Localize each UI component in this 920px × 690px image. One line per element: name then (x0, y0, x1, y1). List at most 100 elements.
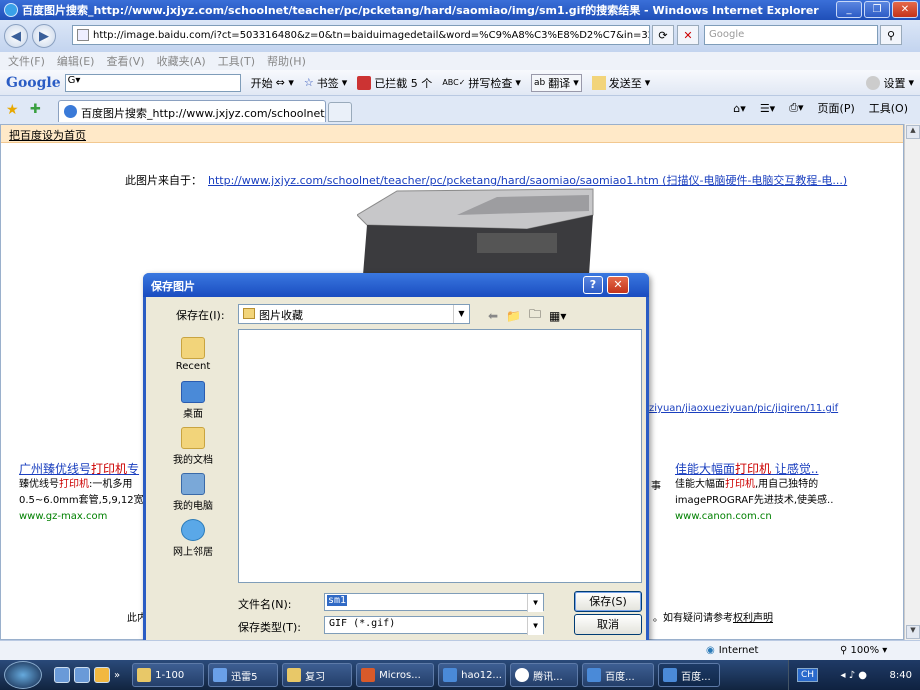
menu-view[interactable]: 查看(V) (106, 53, 144, 69)
place-network[interactable]: 网上邻居 (168, 519, 218, 558)
place-desktop[interactable]: 桌面 (168, 381, 218, 420)
settings-button[interactable]: 设置 ▾ (866, 75, 914, 91)
image-link[interactable]: ziyuan/jiaoxueziyuan/pic/jiqiren/11.gif (649, 403, 838, 414)
window-titlebar: 百度图片搜索_http://www.jxjyz.com/schoolnet/te… (0, 0, 920, 20)
more-icon[interactable]: » (114, 670, 120, 681)
back-button[interactable]: ◀ (4, 24, 28, 48)
chevron-down-icon[interactable]: ▼ (453, 305, 469, 323)
taskbar-item-3[interactable]: 复习 (282, 663, 353, 687)
tab-baidu-image[interactable]: 百度图片搜索_http://www.jxjyz.com/schoolnet/te… (58, 100, 326, 122)
ad-right-url[interactable]: www.canon.com.cn (675, 511, 772, 522)
print-icon[interactable]: ⎙▾ (789, 101, 803, 115)
filename-input[interactable]: sm1 ▼ (324, 593, 544, 612)
ie-quicklaunch-icon[interactable] (54, 667, 70, 683)
new-tab-button[interactable] (328, 102, 352, 122)
desktop-quicklaunch-icon[interactable] (74, 667, 90, 683)
security-zone[interactable]: ◉ Internet (706, 645, 758, 656)
save-in-select[interactable]: 图片收藏 ▼ (238, 304, 470, 324)
computer-icon (181, 473, 205, 495)
scroll-down-button[interactable]: ▼ (906, 625, 920, 639)
start-button[interactable] (4, 661, 42, 689)
menu-favorites[interactable]: 收藏夹(A) (157, 53, 206, 69)
menu-file[interactable]: 文件(F) (8, 53, 45, 69)
taskbar-item-4[interactable]: Micros... (356, 663, 435, 687)
dialog-titlebar: 保存图片 ? ✕ (143, 273, 649, 297)
menu-edit[interactable]: 编辑(E) (57, 53, 95, 69)
rights-link[interactable]: 权利声明 (733, 613, 773, 624)
page-menu[interactable]: 页面(P) (818, 100, 855, 116)
chevron-down-icon[interactable]: ▼ (527, 617, 543, 635)
chevron-down-icon[interactable]: ▼ (527, 594, 543, 612)
bookmarks-button[interactable]: ☆ 书签 ▾ (304, 75, 347, 91)
home-icon[interactable]: ⌂▾ (733, 102, 746, 115)
google-search-input[interactable]: G▾ (64, 73, 241, 92)
send-to-button[interactable]: 发送至 ▾ (591, 75, 650, 91)
dialog-close-button[interactable]: ✕ (607, 276, 629, 294)
ad-left-url[interactable]: www.gz-max.com (19, 511, 107, 522)
add-favorites-icon[interactable]: ✚ (30, 102, 41, 117)
google-toolbar: Google G▾ 开始 ⇔ ▾ ☆ 书签 ▾ 已拦截 5 个 ABC✓ 拼写检查 ▾ … (0, 70, 920, 96)
tab-favicon-icon (64, 105, 77, 118)
back-arrow-icon[interactable]: ⬅ (488, 309, 498, 323)
zoom-level[interactable]: ⚲ 100% ▾ (840, 645, 887, 656)
places-bar: Recent 桌面 我的文档 我的电脑 网上邻居 (168, 329, 218, 569)
recent-folder-icon (181, 337, 205, 359)
stop-button[interactable]: ✕ (677, 25, 699, 45)
favorites-star-icon[interactable]: ★ (6, 102, 19, 118)
scroll-up-button[interactable]: ▲ (906, 125, 920, 139)
filetype-select[interactable]: GIF (*.gif) ▼ (324, 616, 544, 635)
taskbar-item-8[interactable]: 百度... (658, 663, 721, 687)
filename-label: 文件名(N): (238, 598, 292, 611)
forward-button[interactable]: ▶ (32, 24, 56, 48)
place-computer[interactable]: 我的电脑 (168, 473, 218, 512)
dialog-help-button[interactable]: ? (583, 276, 603, 294)
ad-left-description: 臻优线号打印机:一机多用 0.5~6.0mm套管,5,9,12宽, (19, 479, 147, 506)
tools-menu[interactable]: 工具(O) (869, 100, 908, 116)
cancel-button[interactable]: 取消 (574, 614, 642, 635)
search-input[interactable]: Google (704, 25, 878, 45)
up-folder-icon[interactable]: 📁 (506, 309, 521, 323)
place-documents[interactable]: 我的文档 (168, 427, 218, 466)
language-indicator[interactable]: CH (797, 668, 819, 682)
search-icon[interactable]: ⚲ (880, 25, 902, 45)
view-menu-icon[interactable]: ▦▾ (549, 309, 566, 323)
menu-tools[interactable]: 工具(T) (218, 53, 255, 69)
clock[interactable]: 8:40 (890, 670, 912, 681)
spellcheck-button[interactable]: ABC✓ 拼写检查 ▾ (442, 75, 521, 91)
new-folder-icon[interactable]: 🗀 (529, 305, 541, 326)
file-list-pane[interactable] (238, 329, 642, 583)
folder-icon (243, 308, 255, 319)
save-button[interactable]: 保存(S) (574, 591, 642, 612)
vertical-scrollbar[interactable]: ▲ ▼ (904, 124, 920, 640)
restore-button[interactable]: ❐ (864, 1, 890, 18)
place-recent[interactable]: Recent (168, 337, 218, 372)
taskbar-item-6[interactable]: 腾讯... (510, 663, 579, 687)
google-start-button[interactable]: 开始 ⇔ ▾ (251, 75, 294, 91)
ad-left-title[interactable]: 广州臻优线号打印机专 (19, 460, 139, 477)
network-globe-icon (181, 519, 205, 541)
close-window-button[interactable]: ✕ (892, 1, 918, 18)
refresh-button[interactable]: ⟳ (652, 25, 674, 45)
dialog-toolbar: ⬅ 📁 🗀 ▦▾ (488, 305, 566, 326)
taskbar-item-7[interactable]: 百度... (582, 663, 655, 687)
taskbar-item-5[interactable]: hao12... (438, 663, 507, 687)
translate-button[interactable]: ab 翻译 ▾ (530, 73, 582, 92)
menu-help[interactable]: 帮助(H) (267, 53, 306, 69)
window-title: 百度图片搜索_http://www.jxjyz.com/schoolnet/te… (22, 4, 819, 17)
minimize-button[interactable]: _ (836, 1, 862, 18)
send-icon (591, 75, 606, 90)
feeds-icon[interactable]: ☰▾ (760, 102, 775, 115)
taskbar-item-1[interactable]: 1-100 (132, 663, 205, 687)
gear-icon (866, 75, 881, 90)
page-icon (77, 29, 89, 41)
address-field[interactable]: http://image.baidu.com/i?ct=503316480&z=… (72, 25, 650, 45)
popup-blocked-button[interactable]: 已拦截 5 个 (357, 75, 432, 91)
media-quicklaunch-icon[interactable] (94, 667, 110, 683)
set-homepage-link[interactable]: 把百度设为首页 (9, 129, 86, 142)
address-toolbar: ◀ ▶ http://image.baidu.com/i?ct=50331648… (0, 20, 920, 52)
tray-icons[interactable]: ◂ ♪ ● (841, 670, 867, 681)
popup-blocker-icon (357, 75, 372, 90)
filetype-label: 保存类型(T): (238, 621, 302, 634)
ad-right-title[interactable]: 佳能大幅面打印机 让感觉.. (675, 460, 818, 477)
taskbar-item-2[interactable]: 迅雷5 (208, 663, 279, 687)
